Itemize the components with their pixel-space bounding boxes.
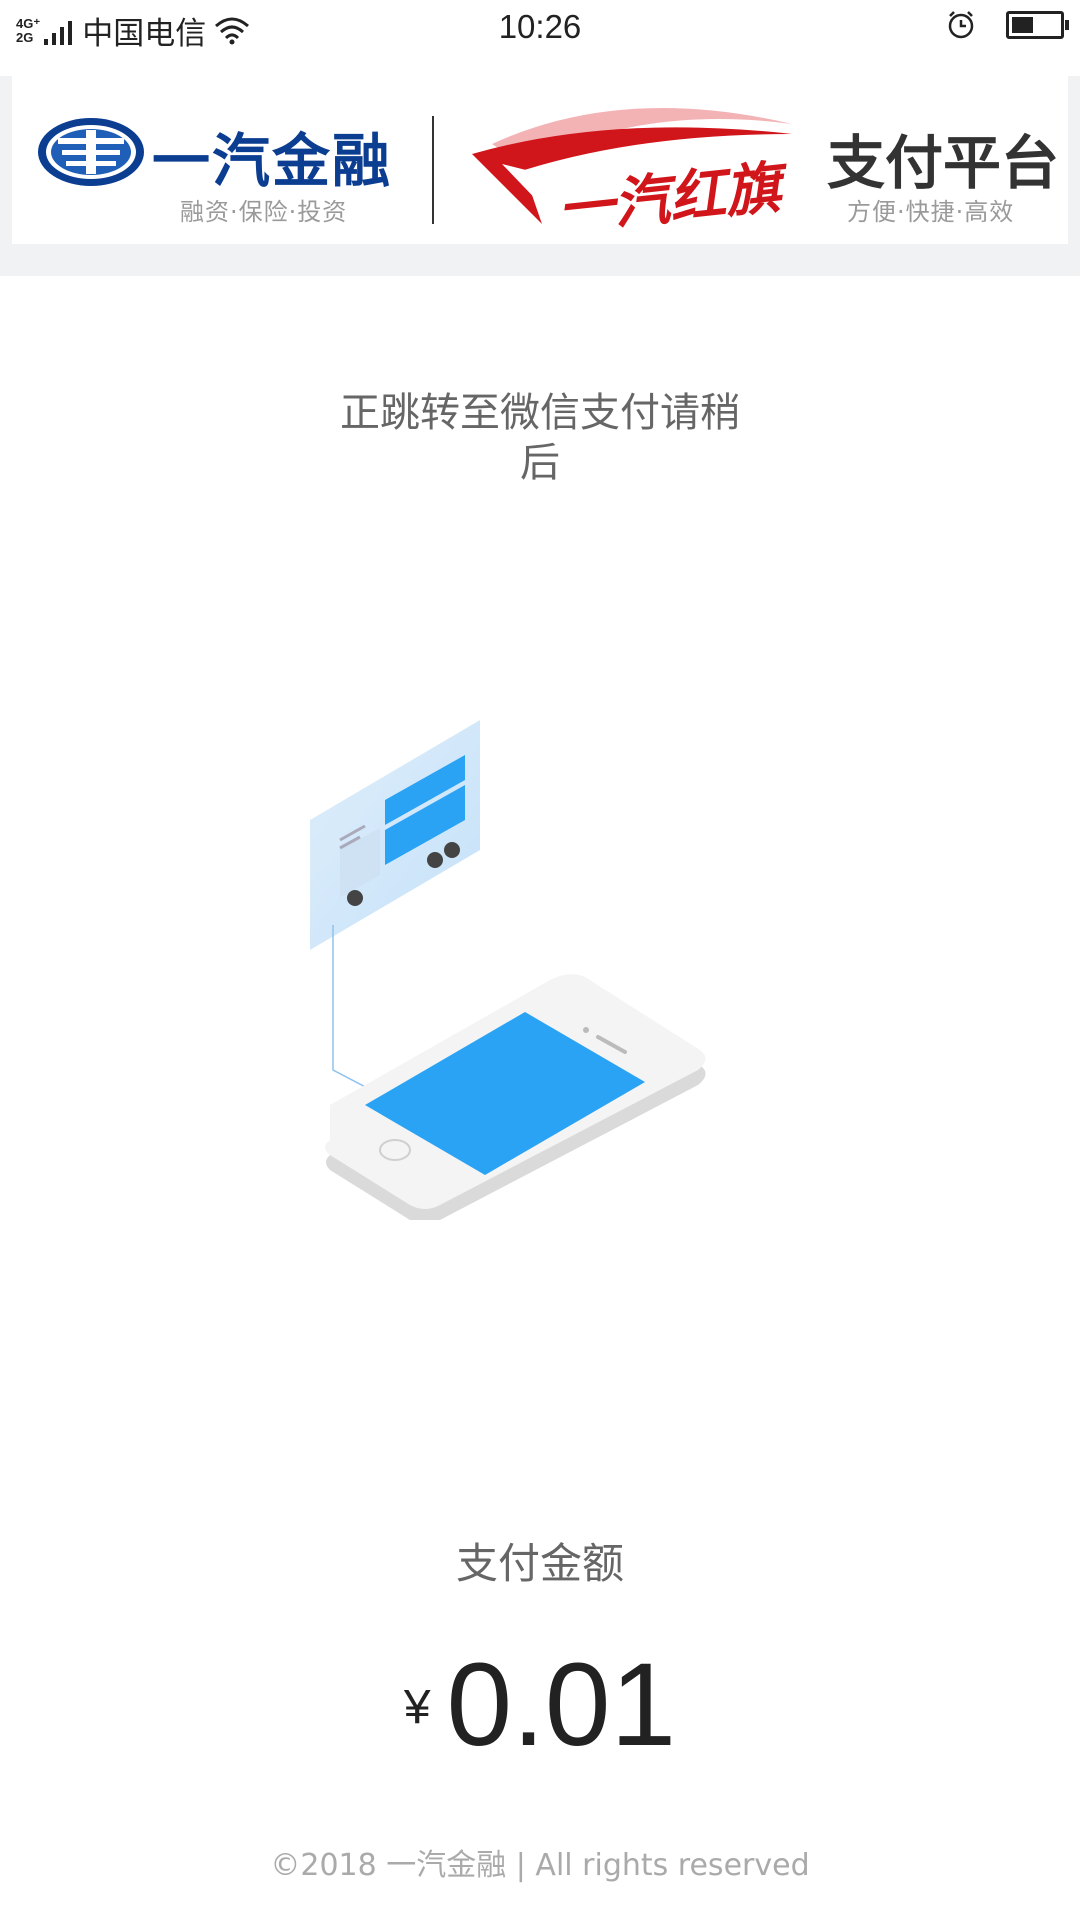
- amount-label: 支付金额: [455, 1539, 624, 1588]
- faw-emblem-icon: [38, 118, 144, 186]
- payment-page: 4G⁺ 2G 中国电信 10:26 一汽金融 融资·保险·投资 一汽红旗 支付平…: [0, 0, 1080, 1920]
- header-divider: [432, 116, 434, 224]
- alarm-icon: [948, 11, 974, 39]
- redirect-message: 正跳转至微信支付请稍后: [340, 390, 740, 486]
- truck-card-icon: [310, 720, 480, 950]
- battery-icon: [1006, 11, 1069, 39]
- phone-payment-illustration: [310, 720, 706, 1220]
- status-right: [946, 10, 1069, 40]
- copyright-footer: ©2018 一汽金融 | All rights reserved: [270, 1848, 810, 1883]
- platform-slogan: 方便·快捷·高效: [847, 198, 1015, 226]
- brand-slogan: 融资·保险·投资: [180, 198, 348, 226]
- header-card: 一汽金融 融资·保险·投资 一汽红旗 支付平台 方便·快捷·高效: [12, 76, 1068, 244]
- smartphone-icon: [325, 974, 706, 1220]
- amount-value: 0.01: [446, 1639, 677, 1771]
- status-bar: 4G⁺ 2G 中国电信 10:26: [0, 0, 1080, 58]
- header-banner: 一汽金融 融资·保险·投资 一汽红旗 支付平台 方便·快捷·高效: [0, 76, 1080, 276]
- currency-symbol: ¥: [403, 1681, 431, 1734]
- platform-title: 支付平台: [827, 129, 1060, 197]
- payment-amount: ¥ 0.01: [0, 1640, 1080, 1770]
- status-time: 10:26: [498, 8, 582, 45]
- brand-name: 一汽金融: [152, 127, 393, 195]
